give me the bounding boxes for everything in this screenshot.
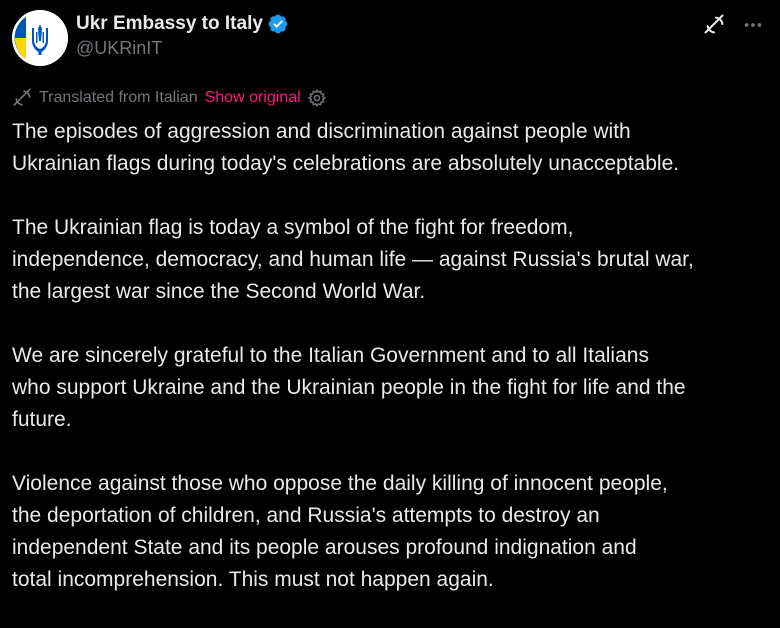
tweet-line: independence, democracy, and human life …: [12, 248, 694, 271]
tweet-line: who support Ukraine and the Ukrainian pe…: [12, 376, 686, 399]
avatar[interactable]: [12, 10, 68, 66]
tweet-line: The Ukrainian flag is today a symbol of …: [12, 216, 574, 239]
translated-from-label: Translated from Italian: [39, 89, 198, 106]
gear-icon[interactable]: [307, 88, 327, 108]
tweet-line: the largest war since the Second World W…: [12, 280, 426, 303]
tweet-paragraph: Violence against those who oppose the da…: [12, 468, 770, 596]
translate-icon: [12, 87, 34, 109]
tweet-line: independent State and its people arouses…: [12, 536, 637, 559]
header-actions: [702, 12, 766, 38]
show-original-link[interactable]: Show original: [205, 89, 301, 107]
tweet-line: Violence against those who oppose the da…: [12, 472, 668, 495]
more-horizontal-icon[interactable]: [740, 12, 766, 38]
tweet-line: the deportation of children, and Russia'…: [12, 504, 600, 527]
author-display-name[interactable]: Ukr Embassy to Italy: [76, 13, 263, 35]
tweet-line: We are sincerely grateful to the Italian…: [12, 344, 649, 367]
author-name-row: Ukr Embassy to Italy: [76, 12, 289, 36]
tweet-paragraph: The episodes of aggression and discrimin…: [12, 116, 770, 180]
tweet-line: Ukrainian flags during today's celebrati…: [12, 152, 680, 175]
tweet-paragraph: We are sincerely grateful to the Italian…: [12, 340, 770, 436]
grok-icon[interactable]: [702, 12, 728, 38]
tweet-line: future.: [12, 408, 72, 431]
tweet-paragraph: The Ukrainian flag is today a symbol of …: [12, 212, 770, 308]
tweet-line: total incomprehension. This must not hap…: [12, 568, 494, 591]
verified-badge-icon[interactable]: [267, 13, 289, 35]
translation-bar: Translated from Italian Show original: [12, 86, 327, 110]
tweet-line: The episodes of aggression and discrimin…: [12, 120, 631, 143]
tweet-header: Ukr Embassy to Italy @UKRinIT: [12, 10, 768, 66]
author-handle[interactable]: @UKRinIT: [76, 38, 162, 59]
tweet-text: The episodes of aggression and discrimin…: [12, 116, 770, 628]
ukraine-trident-icon: [12, 10, 68, 66]
